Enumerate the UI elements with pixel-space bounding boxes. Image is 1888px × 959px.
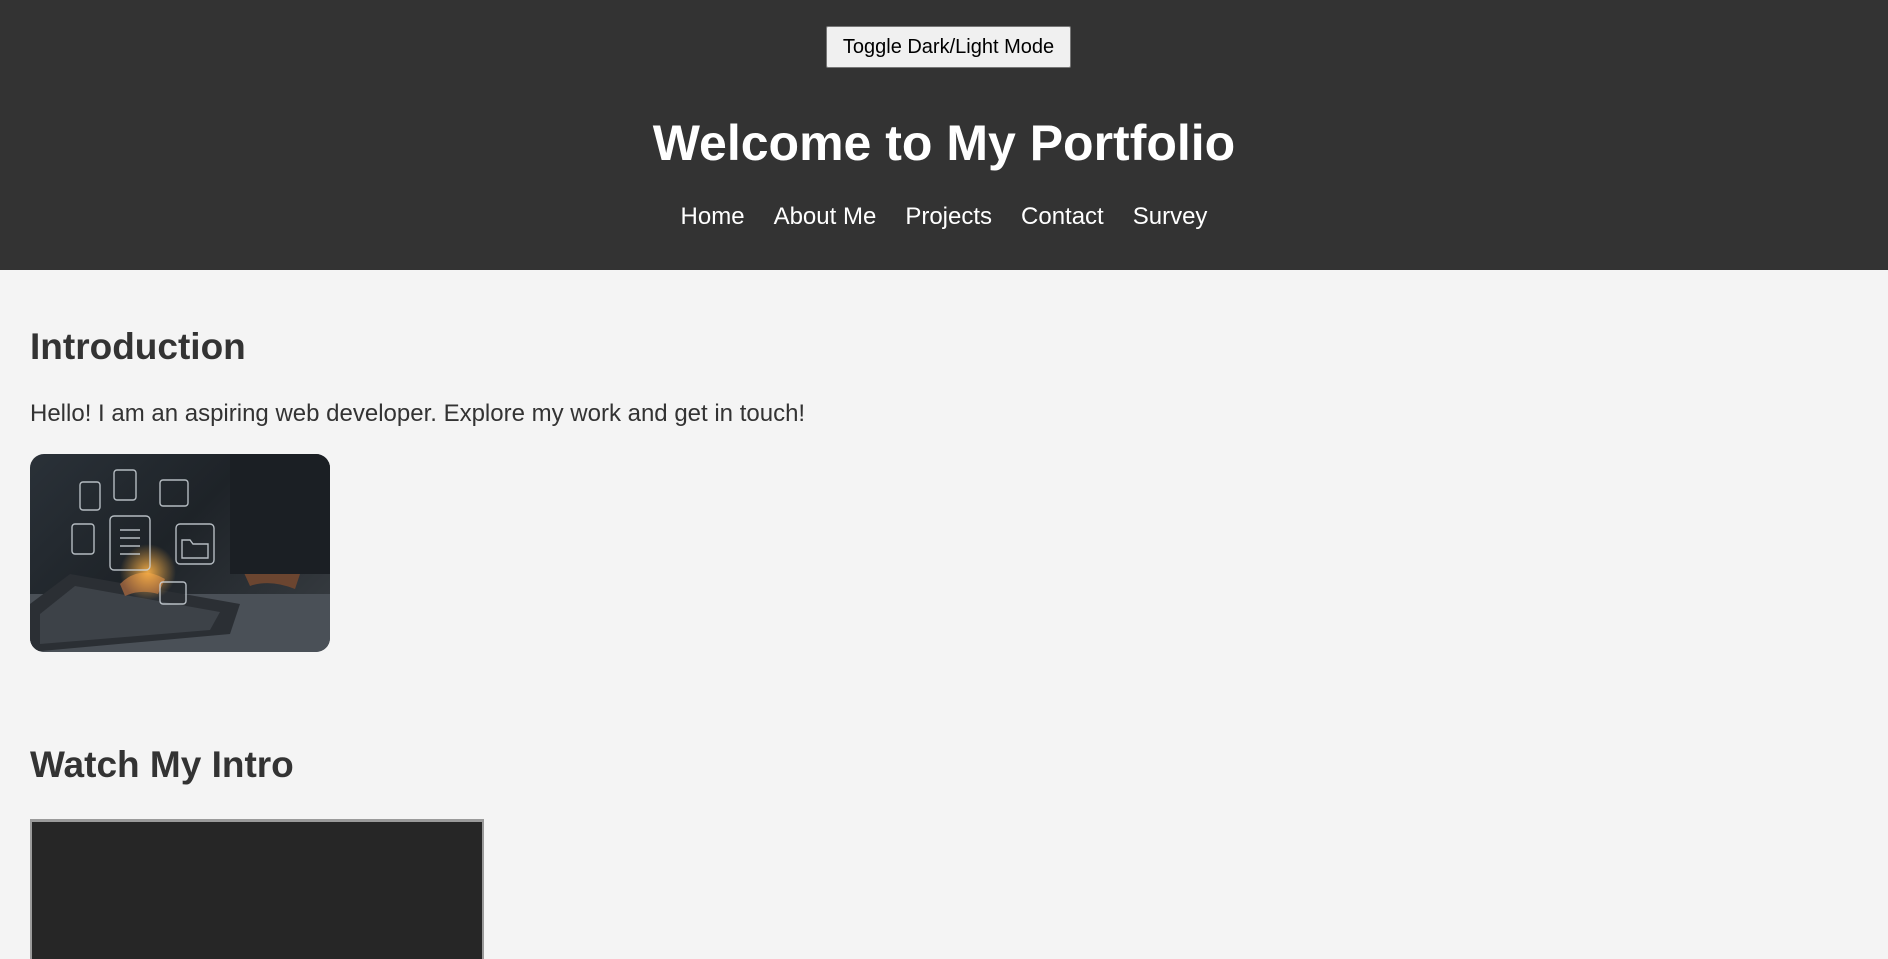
intro-video-player[interactable] [30, 819, 484, 959]
nav-link-contact[interactable]: Contact [1021, 200, 1104, 234]
page-title: Welcome to My Portfolio [652, 115, 1236, 171]
nav-link-survey[interactable]: Survey [1133, 200, 1208, 234]
intro-text: Hello! I am an aspiring web developer. E… [30, 400, 806, 427]
nav-link-about[interactable]: About Me [774, 200, 877, 234]
nav-link-home[interactable]: Home [681, 200, 745, 234]
nav-link-projects[interactable]: Projects [905, 200, 992, 234]
toggle-theme-button[interactable]: Toggle Dark/Light Mode [826, 26, 1071, 68]
intro-heading: Introduction [30, 326, 246, 367]
site-header: Toggle Dark/Light Mode Welcome to My Por… [0, 0, 1888, 270]
laptop-digital-documents-icon [30, 454, 330, 652]
video-heading: Watch My Intro [30, 744, 294, 785]
main-nav: Home About Me Projects Contact Survey [0, 200, 1888, 234]
intro-image [30, 454, 330, 652]
